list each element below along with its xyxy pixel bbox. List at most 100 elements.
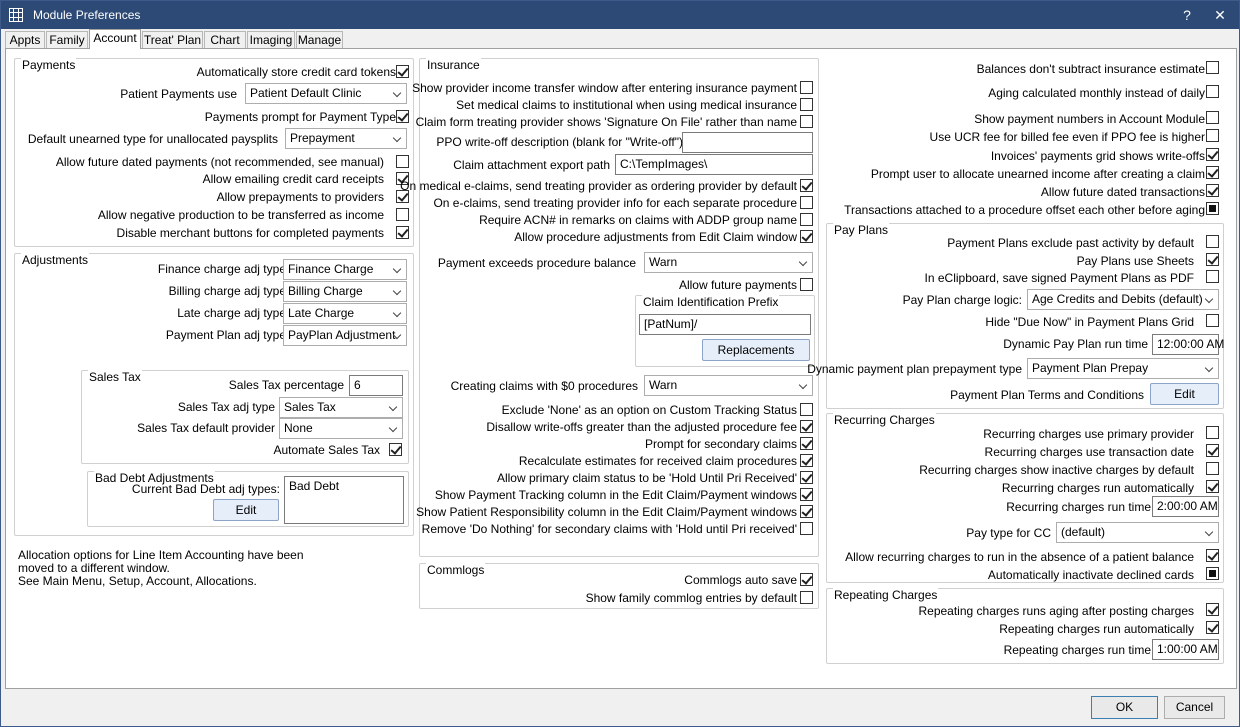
payments-title: Payments xyxy=(21,58,77,72)
absence-balance-checkbox[interactable] xyxy=(1206,549,1219,562)
tab-manage[interactable]: Manage xyxy=(296,31,343,49)
eclipboard-pdf-checkbox[interactable] xyxy=(1206,270,1219,283)
prompt-type-checkbox[interactable] xyxy=(396,110,409,123)
separate-procedure-label: On e-claims, send treating provider info… xyxy=(433,196,797,210)
income-transfer-checkbox[interactable] xyxy=(800,81,813,94)
replacements-button[interactable]: Replacements xyxy=(702,339,810,361)
recurring-charges-group: Recurring Charges Recurring charges use … xyxy=(826,413,1224,583)
sales-tax-adj-select[interactable]: Sales Tax xyxy=(279,397,403,418)
balances-checkbox[interactable] xyxy=(1206,61,1219,74)
negative-production-checkbox[interactable] xyxy=(396,208,409,221)
remove-do-nothing-checkbox[interactable] xyxy=(800,522,813,535)
sales-tax-provider-select[interactable]: None xyxy=(279,418,403,439)
help-icon[interactable]: ? xyxy=(1175,5,1199,25)
allocation-note: Allocation options for Line Item Account… xyxy=(18,549,304,588)
tab-family[interactable]: Family xyxy=(46,31,88,49)
tab-appts[interactable]: Appts xyxy=(5,31,45,49)
recurring-auto-checkbox[interactable] xyxy=(1206,480,1219,493)
sales-tax-title: Sales Tax xyxy=(88,370,142,384)
procedure-adjustments-checkbox[interactable] xyxy=(800,230,813,243)
family-commlog-checkbox[interactable] xyxy=(800,591,813,604)
claim-prefix-input[interactable]: [PatNum]/ xyxy=(639,314,811,335)
recurring-runtime-input[interactable]: 2:00:00 AM xyxy=(1152,496,1219,517)
charge-logic-select[interactable]: Age Credits and Debits (default) xyxy=(1027,289,1219,310)
recurring-charges-title: Recurring Charges xyxy=(833,413,936,427)
tab-chart[interactable]: Chart xyxy=(204,31,246,49)
payment-exceeds-label: Payment exceeds procedure balance xyxy=(437,256,636,270)
commlogs-group: Commlogs Commlogs auto save Show family … xyxy=(419,563,819,609)
hide-due-now-checkbox[interactable] xyxy=(1206,314,1219,327)
disable-merchant-checkbox[interactable] xyxy=(396,226,409,239)
zero-procedures-select[interactable]: Warn xyxy=(644,375,813,396)
future-transactions-checkbox[interactable] xyxy=(1206,184,1219,197)
finance-charge-select[interactable]: Finance Charge xyxy=(283,259,407,280)
attachment-path-input[interactable]: C:\TempImages\ xyxy=(615,154,813,175)
dynamic-runtime-input[interactable]: 12:00:00 AM xyxy=(1152,334,1224,355)
repeating-aging-label: Repeating charges runs aging after posti… xyxy=(918,604,1194,618)
default-unearned-select[interactable]: Prepayment xyxy=(285,128,407,149)
late-charge-select[interactable]: Late Charge xyxy=(283,303,407,324)
use-sheets-checkbox[interactable] xyxy=(1206,253,1219,266)
signature-on-file-checkbox[interactable] xyxy=(800,115,813,128)
bad-debt-current-label: Current Bad Debt adj types: xyxy=(131,482,280,496)
hold-until-checkbox[interactable] xyxy=(800,471,813,484)
prepayment-type-label: Dynamic payment plan prepayment type xyxy=(807,362,1022,376)
pay-type-cc-select[interactable]: (default) xyxy=(1056,522,1219,543)
bad-debt-edit-button[interactable]: Edit xyxy=(213,499,279,521)
bad-debt-list[interactable]: Bad Debt xyxy=(284,476,404,524)
transaction-date-label: Recurring charges use transaction date xyxy=(984,445,1194,459)
require-acn-checkbox[interactable] xyxy=(800,213,813,226)
prepayment-type-select[interactable]: Payment Plan Prepay xyxy=(1027,358,1219,379)
automate-sales-tax-checkbox[interactable] xyxy=(389,443,402,456)
ucr-fee-label: Use UCR fee for billed fee even if PPO f… xyxy=(929,130,1205,144)
ok-button[interactable]: OK xyxy=(1091,696,1158,719)
payment-exceeds-select[interactable]: Warn xyxy=(644,252,813,273)
billing-charge-select[interactable]: Billing Charge xyxy=(283,281,407,302)
auto-store-checkbox[interactable] xyxy=(396,65,409,78)
tracking-column-checkbox[interactable] xyxy=(800,488,813,501)
future-payments-label: Allow future payments xyxy=(678,278,797,292)
cancel-button[interactable]: Cancel xyxy=(1164,696,1225,719)
future-dated-checkbox[interactable] xyxy=(396,155,409,168)
future-payments-checkbox[interactable] xyxy=(800,278,813,291)
close-icon[interactable]: ✕ xyxy=(1208,5,1232,25)
exclude-none-checkbox[interactable] xyxy=(800,403,813,416)
commlogs-auto-save-checkbox[interactable] xyxy=(800,573,813,586)
responsibility-column-checkbox[interactable] xyxy=(800,505,813,518)
repeating-aging-checkbox[interactable] xyxy=(1206,603,1219,616)
terms-edit-button[interactable]: Edit xyxy=(1150,383,1219,405)
disallow-writeoffs-checkbox[interactable] xyxy=(800,420,813,433)
exclude-past-checkbox[interactable] xyxy=(1206,235,1219,248)
tab-account[interactable]: Account xyxy=(89,29,141,49)
tab-treat-plan[interactable]: Treat' Plan xyxy=(142,31,203,49)
use-sheets-label: Pay Plans use Sheets xyxy=(1076,254,1194,268)
prompt-secondary-checkbox[interactable] xyxy=(800,437,813,450)
payment-numbers-checkbox[interactable] xyxy=(1206,111,1219,124)
sales-tax-pct-input[interactable]: 6 xyxy=(349,375,403,396)
ppo-writeoff-input[interactable] xyxy=(682,132,813,153)
ordering-provider-checkbox[interactable] xyxy=(800,179,813,192)
income-transfer-label: Show provider income transfer window aft… xyxy=(412,81,797,95)
aging-monthly-checkbox[interactable] xyxy=(1206,85,1219,98)
invoices-writeoffs-checkbox[interactable] xyxy=(1206,148,1219,161)
inactivate-declined-checkbox[interactable] xyxy=(1206,567,1219,580)
inactive-charges-label: Recurring charges show inactive charges … xyxy=(919,463,1194,477)
institutional-checkbox[interactable] xyxy=(800,98,813,111)
separate-procedure-checkbox[interactable] xyxy=(800,196,813,209)
patient-payments-use-select[interactable]: Patient Default Clinic xyxy=(245,83,407,104)
ucr-fee-checkbox[interactable] xyxy=(1206,129,1219,142)
bad-debt-list-item[interactable]: Bad Debt xyxy=(289,479,339,493)
primary-provider-checkbox[interactable] xyxy=(1206,426,1219,439)
tab-imaging[interactable]: Imaging xyxy=(247,31,295,49)
commlogs-title: Commlogs xyxy=(426,563,486,577)
repeating-runtime-input[interactable]: 1:00:00 AM xyxy=(1152,639,1219,660)
recalculate-estimates-checkbox[interactable] xyxy=(800,454,813,467)
transaction-date-checkbox[interactable] xyxy=(1206,444,1219,457)
offset-aging-checkbox[interactable] xyxy=(1206,202,1219,215)
prompt-unearned-checkbox[interactable] xyxy=(1206,166,1219,179)
inactive-charges-checkbox[interactable] xyxy=(1206,462,1219,475)
repeating-auto-checkbox[interactable] xyxy=(1206,621,1219,634)
payplan-adj-select[interactable]: PayPlan Adjustment xyxy=(283,325,407,346)
recalculate-estimates-label: Recalculate estimates for received claim… xyxy=(518,454,797,468)
exclude-none-label: Exclude 'None' as an option on Custom Tr… xyxy=(501,403,797,417)
